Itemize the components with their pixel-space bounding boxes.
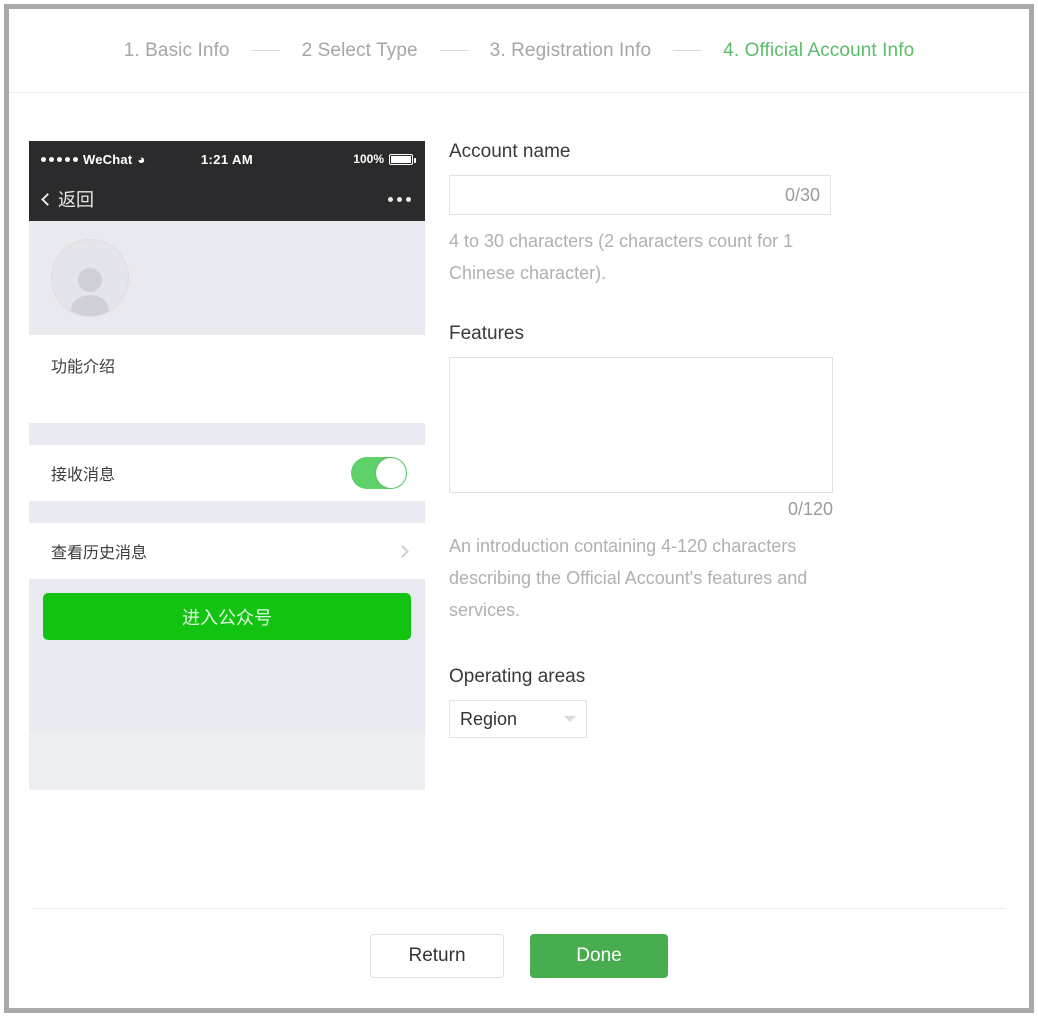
receive-messages-toggle[interactable] <box>351 457 407 489</box>
field-spacer <box>449 289 849 323</box>
phone-nav-bar: 返回 <box>29 177 425 221</box>
avatar-band <box>29 221 425 335</box>
view-history-label: 查看历史消息 <box>51 545 148 562</box>
footer-buttons: Return Done <box>9 934 1029 978</box>
features-textarea[interactable] <box>449 357 833 494</box>
caret-down-icon <box>564 716 576 723</box>
features-counter: 0/120 <box>787 499 833 520</box>
field-spacer <box>449 626 849 666</box>
account-name-counter: 0/30 <box>784 184 820 205</box>
step-basic-info[interactable]: 1. Basic Info <box>124 40 230 62</box>
cta-area: 进入公众号 <box>29 579 425 732</box>
view-history-row[interactable]: 查看历史消息 <box>29 523 425 579</box>
battery-icon <box>389 153 416 165</box>
operating-areas-select[interactable]: Region <box>449 700 587 739</box>
official-account-form: Account name 0/30 4 to 30 characters (2 … <box>449 141 849 739</box>
return-button[interactable]: Return <box>370 934 504 978</box>
phone-status-bar: WeChat ◕ 1:21 AM 100% <box>29 141 425 177</box>
operating-areas-value: Region <box>460 708 518 729</box>
receive-messages-label: 接收消息 <box>51 467 116 484</box>
intro-section: 功能介绍 <box>29 335 425 423</box>
chevron-left-icon <box>41 192 54 206</box>
step-registration-info[interactable]: 3. Registration Info <box>490 40 651 62</box>
account-name-input[interactable]: 0/30 <box>449 175 831 215</box>
step-official-account-info[interactable]: 4. Official Account Info <box>723 40 914 62</box>
step-separator <box>673 50 702 51</box>
account-name-hint: 4 to 30 characters (2 characters count f… <box>449 231 794 284</box>
receive-messages-row[interactable]: 接收消息 <box>29 445 425 501</box>
done-button[interactable]: Done <box>530 934 668 978</box>
operating-areas-label: Operating areas <box>449 666 586 688</box>
phone-preview: WeChat ◕ 1:21 AM 100% 返回 功能介绍 接收消息 查看历史消… <box>29 141 425 790</box>
step-breadcrumb: 1. Basic Info 2 Select Type 3. Registrat… <box>9 9 1029 93</box>
section-gap <box>29 423 425 445</box>
account-name-label: Account name <box>449 141 571 162</box>
form-footer: Return Done <box>9 908 1029 1008</box>
page-frame: 1. Basic Info 2 Select Type 3. Registrat… <box>4 4 1034 1013</box>
section-gap <box>29 501 425 523</box>
footer-divider <box>33 908 1005 909</box>
chevron-right-icon <box>396 544 409 558</box>
step-select-type[interactable]: 2 Select Type <box>302 40 418 62</box>
enter-official-account-button[interactable]: 进入公众号 <box>43 593 411 640</box>
features-label: Features <box>449 323 524 345</box>
step-separator <box>439 50 468 51</box>
back-button[interactable]: 返回 <box>41 186 94 212</box>
back-label: 返回 <box>58 190 94 210</box>
more-dots-icon[interactable] <box>388 196 411 202</box>
person-avatar-icon <box>51 239 129 317</box>
features-hint: An introduction containing 4-120 charact… <box>449 536 808 621</box>
intro-label: 功能介绍 <box>51 359 116 376</box>
main-content: WeChat ◕ 1:21 AM 100% 返回 功能介绍 接收消息 查看历史消… <box>9 93 1029 915</box>
status-bar-time: 1:21 AM <box>200 151 254 167</box>
intro-spacer <box>51 377 403 405</box>
step-separator <box>251 50 280 51</box>
